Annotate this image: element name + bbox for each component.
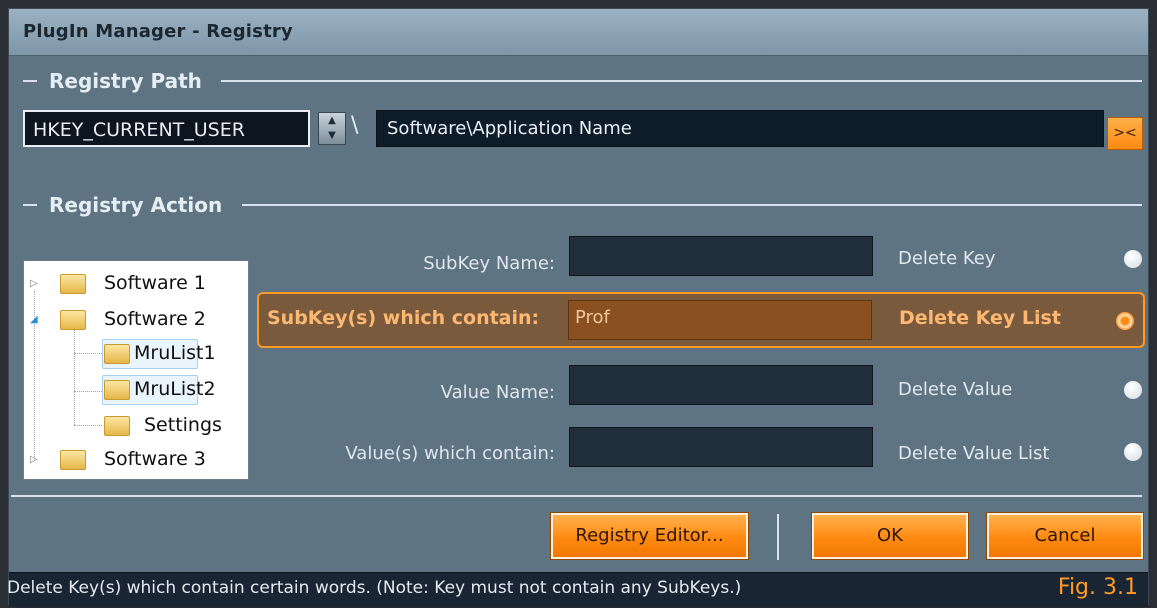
button-divider [777, 514, 779, 560]
section-dash [23, 204, 37, 206]
title-bar: PlugIn Manager - Registry [9, 9, 1148, 56]
folder-icon [60, 310, 86, 330]
subkey-contain-value: Prof [575, 307, 610, 328]
divider [11, 495, 1142, 497]
registry-path-input[interactable]: Software\Application Name [376, 110, 1104, 147]
tree-node[interactable]: Settings [24, 411, 244, 439]
delete-key-list-radio[interactable] [1116, 312, 1134, 330]
value-name-field[interactable] [569, 365, 873, 405]
subkey-name-field[interactable] [569, 236, 873, 276]
folder-icon [104, 416, 130, 436]
registry-action-label: Registry Action [49, 193, 223, 217]
registry-editor-button[interactable]: Registry Editor... [550, 512, 749, 560]
tree-node-label: Software 1 [104, 272, 206, 294]
delete-value-list-radio[interactable] [1124, 443, 1142, 461]
collapse-icon[interactable]: ◢ [30, 314, 38, 325]
subkey-contain-label: SubKey(s) which contain: [267, 307, 540, 329]
folder-icon [104, 380, 130, 400]
window-title: PlugIn Manager - Registry [23, 21, 293, 42]
folder-icon [60, 274, 86, 294]
registry-path-section-header: Registry Path [9, 69, 1148, 93]
registry-path-value: Software\Application Name [387, 118, 632, 139]
tree-node-label: Software 3 [104, 448, 206, 470]
tree-node[interactable]: MruList1 [24, 339, 244, 369]
delete-key-list-label: Delete Key List [899, 307, 1061, 329]
figure-label: Fig. 3.1 [1057, 575, 1138, 600]
tree-node[interactable]: ▷ Software 1 [24, 269, 244, 297]
delete-value-radio[interactable] [1124, 381, 1142, 399]
status-bar: Delete Key(s) which contain certain word… [7, 572, 1148, 607]
value-contain-field[interactable] [569, 427, 873, 467]
subkey-contain-field[interactable]: Prof [568, 300, 872, 340]
hive-spin-icon[interactable]: ▲ ▼ [318, 112, 346, 145]
tree-node-label: MruList2 [134, 378, 216, 400]
tree-node[interactable]: ▷ Software 3 [24, 445, 244, 473]
delete-value-list-label: Delete Value List [898, 443, 1050, 464]
registry-path-label: Registry Path [49, 69, 202, 93]
cancel-button[interactable]: Cancel [986, 512, 1144, 560]
registry-action-section-header: Registry Action [9, 193, 1148, 217]
swap-button[interactable]: >< [1107, 117, 1143, 150]
hive-value: HKEY_CURRENT_USER [33, 119, 245, 141]
folder-icon [60, 450, 86, 470]
selected-action-row[interactable]: SubKey(s) which contain: Prof Delete Key… [257, 292, 1145, 348]
tree-guide [74, 317, 75, 425]
tree-node-label: Settings [144, 414, 222, 436]
registry-tree[interactable]: ▷ Software 1 ◢ Software 2 MruList1 MruLi… [23, 260, 249, 480]
subkey-name-label: SubKey Name: [423, 253, 555, 274]
hive-select[interactable]: HKEY_CURRENT_USER [23, 110, 310, 147]
value-name-label: Value Name: [440, 382, 555, 403]
expand-icon[interactable]: ▷ [30, 278, 38, 289]
delete-key-label: Delete Key [898, 248, 996, 269]
status-message: Delete Key(s) which contain certain word… [7, 578, 742, 598]
plugin-manager-window: PlugIn Manager - Registry Registry Path … [7, 8, 1149, 607]
expand-icon[interactable]: ▷ [30, 454, 38, 465]
path-separator: \ [351, 113, 359, 138]
tree-node[interactable]: MruList2 [24, 375, 244, 405]
tree-node[interactable]: ◢ Software 2 [24, 305, 244, 333]
ok-button[interactable]: OK [811, 512, 969, 560]
tree-node-label: Software 2 [104, 308, 206, 330]
section-line [221, 80, 1142, 82]
delete-key-radio[interactable] [1124, 250, 1142, 268]
folder-icon [104, 344, 130, 364]
tree-node-label: MruList1 [134, 342, 216, 364]
delete-value-label: Delete Value [898, 379, 1013, 400]
value-contain-label: Value(s) which contain: [345, 443, 555, 464]
section-dash [23, 80, 37, 82]
section-line [242, 204, 1142, 206]
